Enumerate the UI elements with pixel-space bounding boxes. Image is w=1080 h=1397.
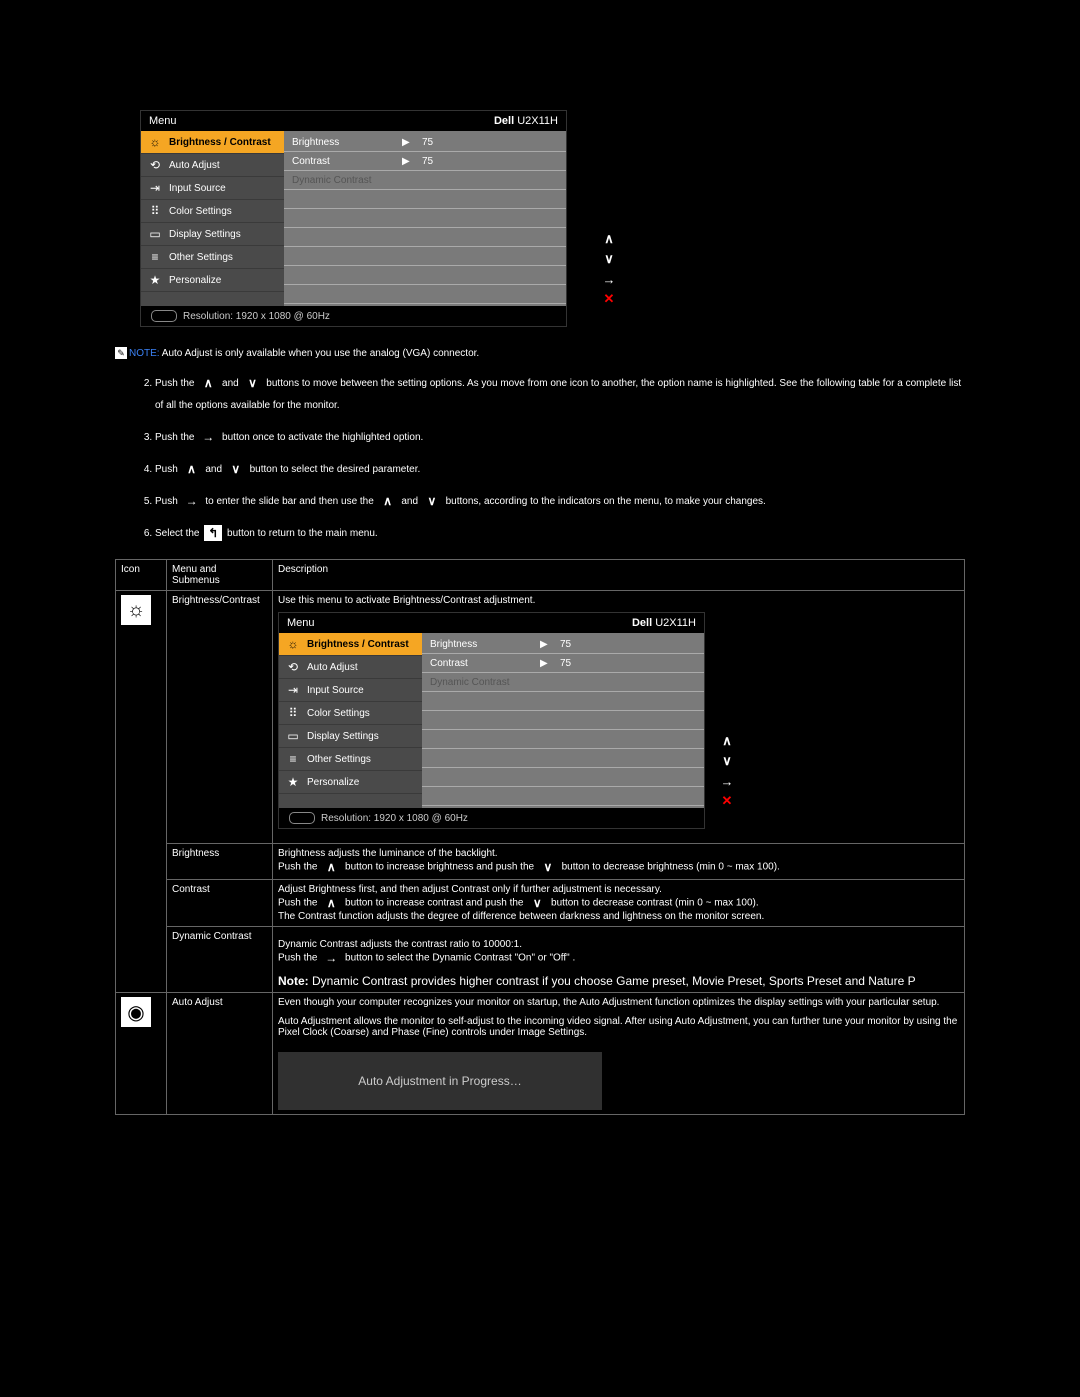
- osd-menu-label: Menu: [149, 115, 177, 127]
- osd-right-panel: Brightness▶75 Contrast▶75 Dynamic Contra…: [284, 131, 566, 306]
- note-text: Auto Adjust is only available when you u…: [160, 348, 480, 359]
- osd-item-color-settings[interactable]: ⠿Color Settings: [141, 200, 284, 223]
- osd-row-empty: [284, 209, 566, 228]
- osd-item-other-settings[interactable]: ≡Other Settings: [141, 246, 284, 269]
- return-icon: ↰: [204, 525, 222, 541]
- note-line: ✎NOTE: Auto Adjust is only available whe…: [115, 347, 965, 359]
- description-cell: Dynamic Contrast adjusts the contrast ra…: [273, 927, 965, 993]
- display-settings-icon: ▭: [147, 227, 163, 241]
- header-menu: Menu and Submenus: [167, 560, 273, 591]
- up-icon: ∧: [322, 895, 340, 911]
- osd-footer: Resolution: 1920 x 1080 @ 60Hz: [141, 306, 566, 326]
- osd-row-contrast[interactable]: Contrast▶75: [284, 152, 566, 171]
- resolution-icon: [151, 310, 177, 322]
- up-button[interactable]: ∧: [718, 732, 736, 750]
- right-icon: →: [199, 429, 217, 445]
- instruction-4: Push ∧ and ∨ button to select the desire…: [155, 459, 965, 481]
- menu-cell: Dynamic Contrast: [167, 927, 273, 993]
- menu-cell: Brightness: [167, 844, 273, 880]
- instruction-6: Select the ↰ button to return to the mai…: [155, 523, 965, 545]
- resolution-text: Resolution: 1920 x 1080 @ 60Hz: [183, 311, 330, 322]
- osd-row-brightness[interactable]: Brightness▶75: [284, 133, 566, 152]
- table-row: Contrast Adjust Brightness first, and th…: [116, 880, 965, 927]
- description-cell: Brightness adjusts the luminance of the …: [273, 844, 965, 880]
- down-button[interactable]: ∨: [600, 250, 618, 268]
- osd-row-empty: [284, 266, 566, 285]
- menu-cell: Brightness/Contrast: [167, 591, 273, 844]
- up-icon: ∧: [379, 493, 397, 509]
- osd-row-empty: [284, 285, 566, 304]
- description-cell: Use this menu to activate Brightness/Con…: [273, 591, 965, 844]
- right-button[interactable]: →: [600, 270, 618, 288]
- reference-table: Icon Menu and Submenus Description ☼ Bri…: [115, 559, 965, 1115]
- osd-header: Menu Dell U2X11H: [141, 111, 566, 131]
- brightness-icon: ☼: [121, 595, 151, 625]
- description-cell: Adjust Brightness first, and then adjust…: [273, 880, 965, 927]
- instruction-5: Push → to enter the slide bar and then u…: [155, 491, 965, 513]
- table-header-row: Icon Menu and Submenus Description: [116, 560, 965, 591]
- header-icon: Icon: [116, 560, 167, 591]
- note-icon: ✎: [115, 347, 127, 359]
- up-icon: ∧: [183, 461, 201, 477]
- osd-left-menu: ☼Brightness / Contrast ⟲Auto Adjust ⇥Inp…: [141, 131, 284, 306]
- right-button[interactable]: →: [718, 772, 736, 790]
- right-icon: →: [322, 950, 340, 966]
- menu-cell: Auto Adjust: [167, 993, 273, 1115]
- close-button[interactable]: ✕: [600, 290, 618, 308]
- table-row: Brightness Brightness adjusts the lumina…: [116, 844, 965, 880]
- chevron-right-icon: ▶: [402, 137, 422, 148]
- chevron-right-icon: ▶: [402, 156, 422, 167]
- description-cell: Even though your computer recognizes you…: [273, 993, 965, 1115]
- color-settings-icon: ⠿: [147, 204, 163, 218]
- table-row: ◉ Auto Adjust Even though your computer …: [116, 993, 965, 1115]
- osd-item-display-settings[interactable]: ▭Display Settings: [141, 223, 284, 246]
- brightness-icon: ☼: [147, 135, 163, 149]
- table-row: Dynamic Contrast Dynamic Contrast adjust…: [116, 927, 965, 993]
- down-icon: ∨: [227, 461, 245, 477]
- note-label: NOTE:: [129, 348, 160, 359]
- right-icon: →: [183, 493, 201, 509]
- other-settings-icon: ≡: [147, 250, 163, 264]
- down-icon: ∨: [528, 895, 546, 911]
- down-icon: ∨: [539, 859, 557, 875]
- osd-menu-screenshot-1: Menu Dell U2X11H ☼Brightness / Contrast …: [140, 110, 965, 327]
- instruction-3: Push the → button once to activate the h…: [155, 427, 965, 449]
- osd-item-input-source[interactable]: ⇥Input Source: [141, 177, 284, 200]
- up-icon: ∧: [199, 375, 217, 391]
- osd-item-auto-adjust[interactable]: ⟲Auto Adjust: [141, 154, 284, 177]
- instruction-list: Push the ∧ and ∨ buttons to move between…: [115, 373, 965, 545]
- osd-item-personalize[interactable]: ★Personalize: [141, 269, 284, 292]
- instruction-2: Push the ∧ and ∨ buttons to move between…: [155, 373, 965, 417]
- auto-adjust-icon: ◉: [121, 997, 151, 1027]
- auto-adjust-icon: ⟲: [147, 158, 163, 172]
- osd-row-empty: [284, 190, 566, 209]
- down-button[interactable]: ∨: [718, 752, 736, 770]
- table-row: ☼ Brightness/Contrast Use this menu to a…: [116, 591, 965, 844]
- osd-row-empty: [284, 228, 566, 247]
- menu-cell: Contrast: [167, 880, 273, 927]
- osd-model: Dell U2X11H: [494, 115, 558, 127]
- osd-row-dynamic-contrast: Dynamic Contrast: [284, 171, 566, 190]
- down-icon: ∨: [423, 493, 441, 509]
- header-description: Description: [273, 560, 965, 591]
- brightness-icon-cell: ☼: [116, 591, 167, 993]
- osd-row-empty: [284, 247, 566, 266]
- personalize-icon: ★: [147, 273, 163, 287]
- osd-item-brightness-contrast[interactable]: ☼Brightness / Contrast: [141, 131, 284, 154]
- input-source-icon: ⇥: [147, 181, 163, 195]
- auto-adjust-icon-cell: ◉: [116, 993, 167, 1115]
- up-button[interactable]: ∧: [600, 230, 618, 248]
- close-button[interactable]: ✕: [718, 792, 736, 810]
- down-icon: ∨: [244, 375, 262, 391]
- auto-adjustment-progress-box: Auto Adjustment in Progress…: [278, 1052, 602, 1110]
- up-icon: ∧: [322, 859, 340, 875]
- osd-menu-screenshot-2: MenuDell U2X11H ☼Brightness / Contrast ⟲…: [278, 612, 959, 829]
